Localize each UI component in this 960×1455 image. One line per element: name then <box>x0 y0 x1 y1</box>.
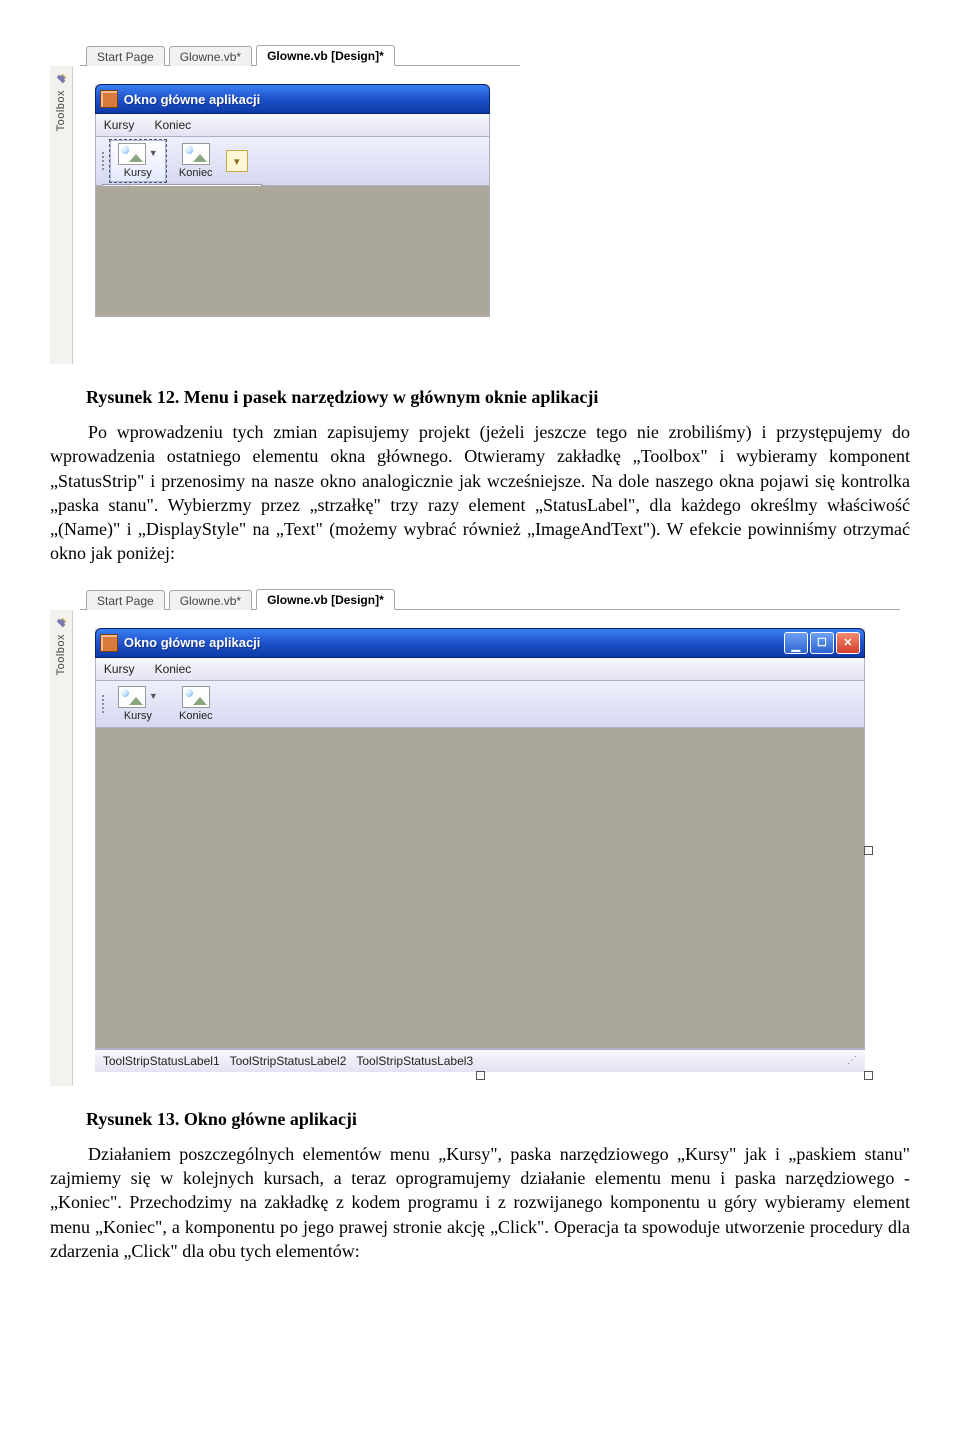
toolbox-sidebar[interactable]: Toolbox <box>50 66 73 364</box>
toolbox-icon <box>54 616 68 630</box>
image-icon <box>182 686 210 708</box>
tab-start-page[interactable]: Start Page <box>86 590 165 610</box>
tab-design[interactable]: Glowne.vb [Design]* <box>256 45 395 66</box>
maximize-icon: ☐ <box>817 636 827 649</box>
client-area <box>95 728 865 1049</box>
resize-handle-right[interactable] <box>864 846 873 855</box>
close-button[interactable]: ✕ <box>836 632 860 654</box>
toolbox-label: Toolbox <box>55 90 67 131</box>
app-icon <box>100 90 118 108</box>
resize-handle-bottom[interactable] <box>476 1071 485 1080</box>
toolbox-icon <box>54 72 68 86</box>
menu-item-koniec[interactable]: Koniec <box>154 118 191 132</box>
tool-btn-koniec[interactable]: Koniec <box>168 140 224 182</box>
paragraph-2: Działaniem poszczególnych elementów menu… <box>50 1142 910 1263</box>
resize-handle-corner[interactable] <box>864 1071 873 1080</box>
status-label-1[interactable]: ToolStripStatusLabel1 <box>103 1054 220 1068</box>
menu-item-kursy[interactable]: Kursy <box>104 662 135 676</box>
figure-caption-13: Rysunek 13. Okno główne aplikacji <box>86 1109 910 1130</box>
tool-add-button[interactable]: ▾ <box>226 150 248 172</box>
title-bar[interactable]: Okno główne aplikacji ▁ ☐ ✕ <box>95 628 865 658</box>
tab-design[interactable]: Glowne.vb [Design]* <box>256 589 395 610</box>
menu-bar: Kursy Koniec <box>95 658 865 681</box>
size-grip-icon[interactable]: ⋰ <box>847 1055 857 1066</box>
tool-label-koniec: Koniec <box>179 710 213 722</box>
tool-btn-koniec[interactable]: Koniec <box>168 683 224 725</box>
status-label-2[interactable]: ToolStripStatusLabel2 <box>230 1054 347 1068</box>
chevron-down-icon: ▼ <box>149 691 158 701</box>
status-strip: ToolStripStatusLabel1 ToolStripStatusLab… <box>95 1049 865 1072</box>
tool-strip: ▼ Kursy Koniec <box>95 681 865 728</box>
tool-strip: ▼ Kursy Koniec ▾ Kurs 1 Kurs 2 <box>95 137 490 186</box>
tool-label-kursy: Kursy <box>124 710 152 722</box>
toolstrip-grip[interactable] <box>100 685 106 723</box>
form-window: Okno główne aplikacji ▁ ☐ ✕ Kursy Koniec <box>95 628 865 1072</box>
toolstrip-grip[interactable] <box>100 142 106 180</box>
menu-bar: Kursy Koniec <box>95 114 490 137</box>
menu-item-koniec[interactable]: Koniec <box>155 662 192 676</box>
toolbox-label: Toolbox <box>55 634 67 675</box>
image-icon <box>182 143 210 165</box>
paragraph-1: Po wprowadzeniu tych zmian zapisujemy pr… <box>50 420 910 566</box>
tool-label-koniec: Koniec <box>179 167 213 179</box>
figure-caption-12: Rysunek 12. Menu i pasek narzędziowy w g… <box>86 387 910 408</box>
tool-label-kursy: Kursy <box>124 167 152 179</box>
add-dropdown-icon: ▾ <box>234 155 240 168</box>
tab-strip: Start Page Glowne.vb* Glowne.vb [Design]… <box>80 588 900 610</box>
minimize-icon: ▁ <box>792 639 800 652</box>
app-icon <box>100 634 118 652</box>
tab-strip: Start Page Glowne.vb* Glowne.vb [Design]… <box>80 44 520 66</box>
close-icon: ✕ <box>843 636 852 649</box>
screenshot-2: Start Page Glowne.vb* Glowne.vb [Design]… <box>50 584 900 1086</box>
status-label-3[interactable]: ToolStripStatusLabel3 <box>356 1054 473 1068</box>
tab-source[interactable]: Glowne.vb* <box>169 590 252 610</box>
image-icon <box>118 686 146 708</box>
tool-btn-kursy[interactable]: ▼ Kursy <box>110 683 166 725</box>
form-window: Okno główne aplikacji Kursy Koniec ▼ Kur… <box>95 84 490 317</box>
tab-source[interactable]: Glowne.vb* <box>169 46 252 66</box>
toolbox-sidebar[interactable]: Toolbox <box>50 610 73 1086</box>
window-title: Okno główne aplikacji <box>124 635 784 650</box>
image-icon <box>118 143 146 165</box>
title-bar[interactable]: Okno główne aplikacji <box>95 84 490 114</box>
maximize-button[interactable]: ☐ <box>810 632 834 654</box>
tab-start-page[interactable]: Start Page <box>86 46 165 66</box>
screenshot-1: Start Page Glowne.vb* Glowne.vb [Design]… <box>50 40 520 364</box>
chevron-down-icon: ▼ <box>149 148 158 158</box>
menu-item-kursy[interactable]: Kursy <box>104 118 135 132</box>
window-title: Okno główne aplikacji <box>124 92 485 107</box>
tool-btn-kursy[interactable]: ▼ Kursy <box>110 140 166 182</box>
minimize-button[interactable]: ▁ <box>784 632 808 654</box>
